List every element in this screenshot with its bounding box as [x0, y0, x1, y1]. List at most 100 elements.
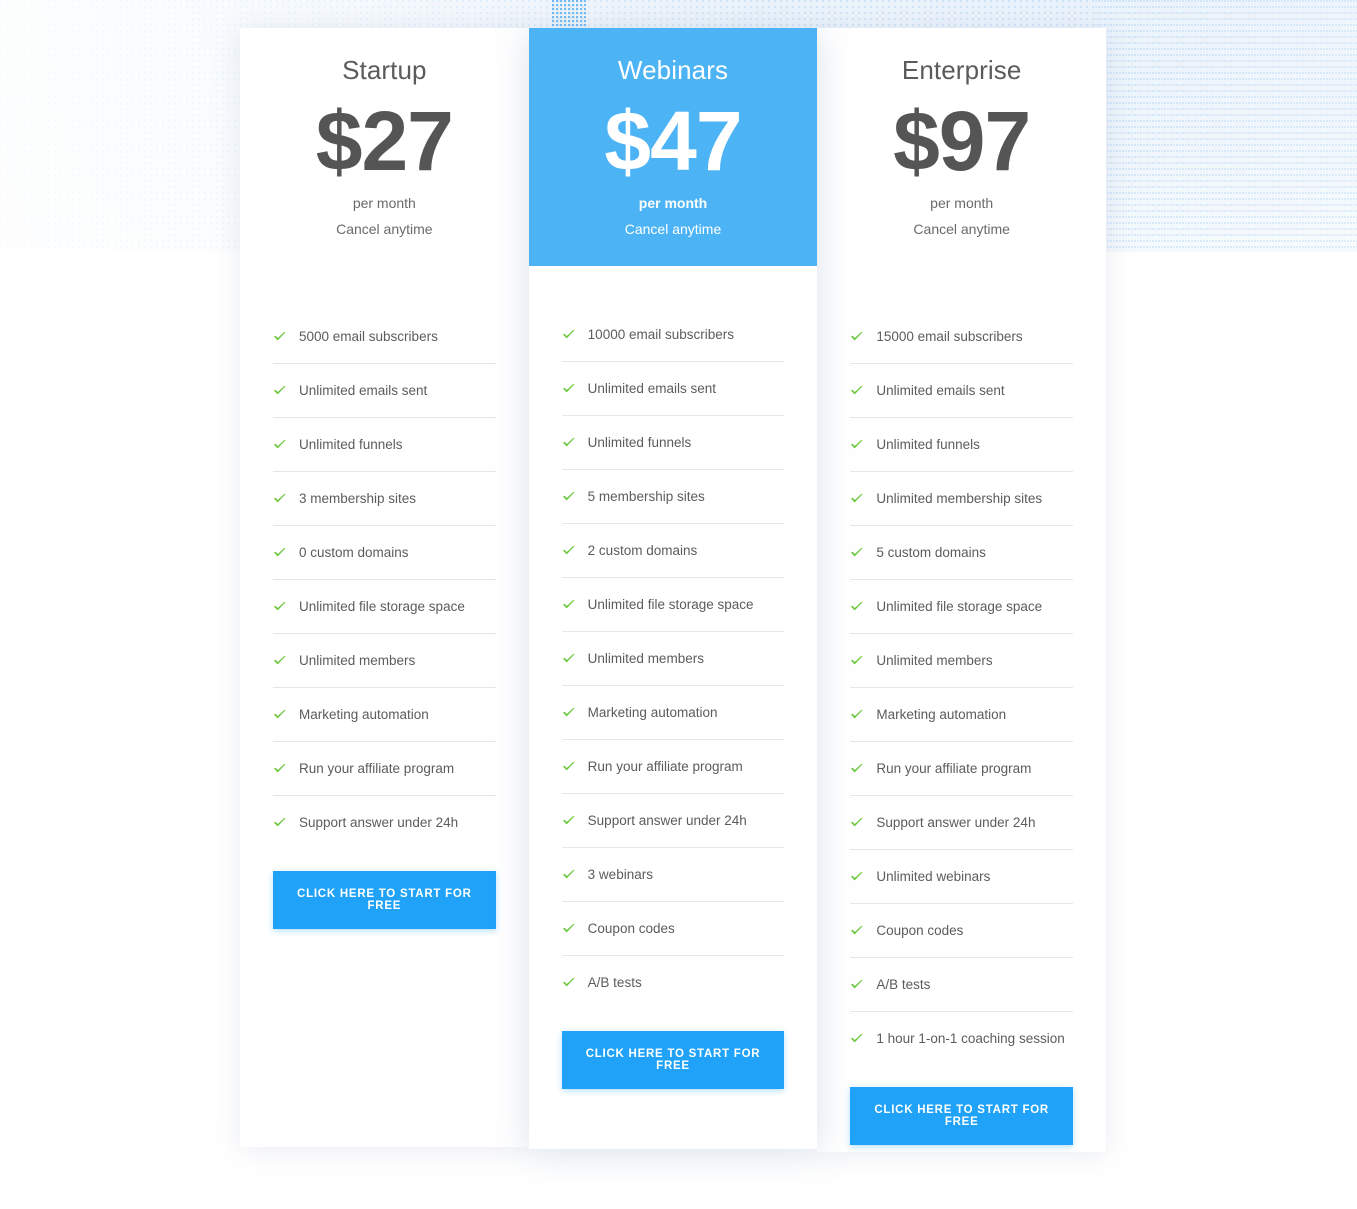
card-spacer [240, 929, 529, 1147]
card-spacer [817, 1145, 1106, 1152]
check-icon [850, 1032, 864, 1046]
check-icon [562, 328, 576, 342]
check-icon [850, 978, 864, 992]
feature-label: Unlimited file storage space [876, 598, 1043, 614]
feature-item: Marketing automation [273, 688, 496, 743]
feature-label: 15000 email subscribers [876, 328, 1023, 344]
check-icon [273, 762, 287, 776]
feature-label: A/B tests [587, 974, 642, 990]
feature-label: 5000 email subscribers [299, 328, 438, 344]
feature-item: A/B tests [850, 958, 1074, 1013]
feature-item: 15000 email subscribers [850, 310, 1074, 365]
feature-label: Marketing automation [587, 704, 718, 720]
pricing-page: Startup $27 per month Cancel anytime 500… [0, 0, 1357, 1209]
check-icon [850, 870, 864, 884]
check-icon [562, 976, 576, 990]
check-icon [850, 546, 864, 560]
feature-label: Run your affiliate program [587, 758, 743, 774]
card-header: Webinars $47 per month Cancel anytime [528, 28, 818, 267]
check-icon [273, 492, 287, 506]
check-icon [850, 600, 864, 614]
pricing-card-startup: Startup $27 per month Cancel anytime 500… [240, 28, 529, 1148]
feature-item: 3 membership sites [273, 472, 496, 527]
check-icon [562, 760, 576, 774]
feature-item: Marketing automation [561, 686, 785, 741]
plan-price: $27 [315, 93, 454, 188]
feature-item: 2 custom domains [561, 524, 785, 579]
feature-item: Support answer under 24h [561, 794, 785, 849]
feature-label: 3 webinars [587, 866, 653, 882]
check-icon [850, 654, 864, 668]
check-icon [562, 868, 576, 882]
pricing-card-webinars: Webinars $47 per month Cancel anytime 10… [528, 28, 818, 1150]
card-header: Enterprise $97 per month Cancel anytime [817, 28, 1107, 265]
feature-label: Unlimited membership sites [876, 490, 1043, 506]
check-icon [850, 924, 864, 938]
feature-label: Unlimited emails sent [876, 382, 1005, 398]
cta-container: CLICK HERE TO START FOR FREE [817, 1065, 1106, 1146]
check-icon [562, 652, 576, 666]
card-body: 10000 email subscribers Unlimited emails … [529, 266, 818, 1009]
start-for-free-button[interactable]: CLICK HERE TO START FOR FREE [273, 871, 496, 930]
check-icon [562, 382, 576, 396]
feature-label: Unlimited webinars [876, 868, 991, 884]
plan-name: Webinars [617, 55, 729, 85]
check-icon [273, 708, 287, 722]
feature-label: Support answer under 24h [876, 814, 1036, 830]
check-icon [273, 438, 287, 452]
check-icon [562, 706, 576, 720]
card-header: Startup $27 per month Cancel anytime [240, 28, 529, 265]
check-icon [273, 546, 287, 560]
feature-label: 10000 email subscribers [587, 326, 734, 342]
check-icon [562, 922, 576, 936]
feature-label: Unlimited funnels [299, 436, 403, 452]
check-icon [273, 384, 287, 398]
feature-label: Unlimited funnels [587, 434, 692, 450]
check-icon [562, 814, 576, 828]
card-spacer [529, 1089, 818, 1149]
feature-label: Coupon codes [876, 922, 964, 938]
check-icon [273, 600, 287, 614]
check-icon [562, 436, 576, 450]
start-for-free-button[interactable]: CLICK HERE TO START FOR FREE [850, 1087, 1074, 1146]
check-icon [850, 816, 864, 830]
check-icon [273, 816, 287, 830]
feature-item: Unlimited emails sent [273, 364, 496, 419]
start-for-free-button[interactable]: CLICK HERE TO START FOR FREE [561, 1031, 785, 1090]
plan-cancel-note: Cancel anytime [336, 221, 433, 238]
feature-item: Unlimited file storage space [273, 580, 496, 635]
background-dot-accent [552, 0, 586, 30]
feature-list: 15000 email subscribers Unlimited emails … [850, 310, 1074, 1065]
feature-item: Run your affiliate program [850, 742, 1074, 797]
feature-item: Run your affiliate program [273, 742, 496, 797]
feature-item: Unlimited file storage space [850, 580, 1074, 635]
plan-cancel-note: Cancel anytime [913, 221, 1010, 238]
feature-item: Unlimited file storage space [561, 578, 785, 633]
feature-item: Unlimited members [561, 632, 785, 687]
feature-list: 10000 email subscribers Unlimited emails … [561, 308, 785, 1009]
feature-label: Unlimited members [876, 652, 993, 668]
check-icon [562, 490, 576, 504]
feature-item: Coupon codes [850, 904, 1074, 959]
feature-label: 1 hour 1-on-1 coaching session [876, 1030, 1065, 1046]
feature-label: Support answer under 24h [299, 814, 459, 830]
feature-label: 5 custom domains [876, 544, 986, 560]
feature-item: A/B tests [562, 956, 785, 1009]
check-icon [273, 654, 287, 668]
feature-item: Unlimited members [273, 634, 496, 689]
card-body: 15000 email subscribers Unlimited emails … [817, 264, 1106, 1065]
feature-label: Marketing automation [299, 706, 429, 722]
check-icon [562, 598, 576, 612]
feature-label: Unlimited file storage space [587, 596, 754, 612]
feature-item: Unlimited members [850, 634, 1074, 689]
feature-item: 0 custom domains [273, 526, 496, 581]
feature-item: Unlimited funnels [850, 418, 1074, 473]
cta-container: CLICK HERE TO START FOR FREE [240, 849, 529, 930]
check-icon [273, 330, 287, 344]
check-icon [850, 384, 864, 398]
feature-label: Unlimited file storage space [299, 598, 465, 614]
plan-period: per month [352, 194, 416, 211]
feature-label: 3 membership sites [299, 490, 417, 506]
check-icon [850, 708, 864, 722]
feature-item: 10000 email subscribers [561, 308, 785, 363]
